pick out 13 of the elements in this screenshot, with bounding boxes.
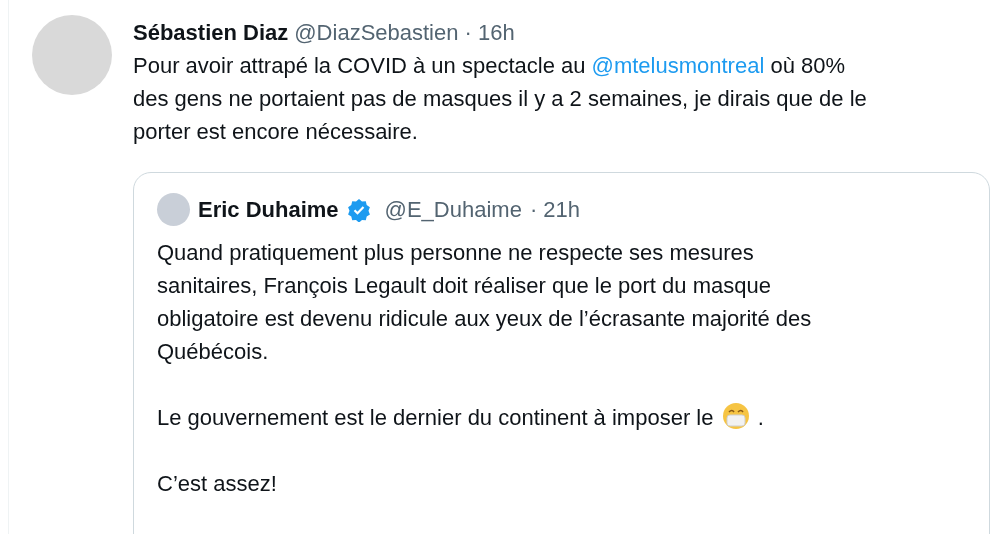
tweet-time[interactable]: · 16h — [464, 19, 515, 47]
author-name[interactable]: Sébastien Diaz — [133, 19, 289, 47]
quote-avatar-photo-placeholder — [157, 193, 190, 226]
quote-author-name: Eric Duhaime — [198, 195, 339, 224]
face-mask-emoji-icon — [721, 402, 750, 430]
quote-paragraph: Le gouvernement est le dernier du continent à imposer le . — [157, 401, 966, 434]
quote-paragraph: Quand pratiquement plus personne ne respecte ses mesures sanitaires, François Legault doit réaliser que le port du masque obligatoire est devenu ridicule aux yeux de l’écrasante majorité des Québécois. — [157, 239, 813, 366]
quote-author-handle: @E_Duhaime — [384, 195, 522, 224]
quoted-tweet-card[interactable] — [133, 172, 990, 534]
quote-paragraph: C’est assez! — [157, 470, 278, 498]
tweet-text: Pour avoir attrapé la COVID à un spectacle au @mtelusmontreal où 80% des gens ne portaient pas de masques il y a 2 semaines, je dirais que de le porter est encore nécessaire. — [133, 52, 868, 146]
author-handle[interactable]: @DiazSebastien — [294, 19, 459, 47]
quote-time: · 21h — [529, 195, 581, 224]
